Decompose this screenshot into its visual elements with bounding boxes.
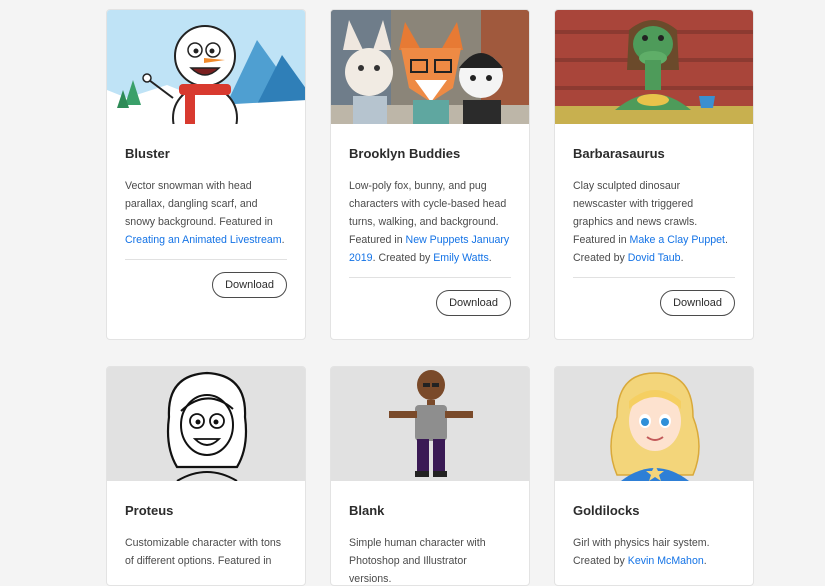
card-title: Blank	[349, 503, 385, 518]
blank-character-image	[331, 367, 529, 481]
puppet-card-proteus: Proteus Customizable character with tons…	[106, 366, 306, 586]
divider	[573, 277, 735, 278]
goldilocks-thumbnail[interactable]	[555, 367, 753, 481]
divider	[125, 259, 287, 260]
card-title: Proteus	[125, 503, 174, 518]
desc-text: . Created by	[372, 252, 434, 264]
goldilocks-character-image	[555, 367, 753, 481]
download-button[interactable]: Download	[436, 290, 511, 316]
creator-link[interactable]: Emily Watts	[433, 252, 489, 264]
snowman-image	[107, 10, 305, 124]
proteus-character-image	[107, 367, 305, 481]
card-title: Goldilocks	[573, 503, 640, 518]
divider	[349, 277, 511, 278]
blank-thumbnail[interactable]	[331, 367, 529, 481]
barbarasaurus-thumbnail[interactable]	[555, 10, 753, 124]
proteus-thumbnail[interactable]	[107, 367, 305, 481]
brooklyn-buddies-image	[331, 10, 529, 124]
card-description: Girl with physics hair system. Created b…	[573, 534, 735, 570]
creator-link[interactable]: Kevin McMahon	[628, 555, 704, 567]
dinosaur-newscaster-image	[555, 10, 753, 124]
desc-text: .	[281, 234, 285, 246]
bluster-thumbnail[interactable]	[107, 10, 305, 124]
puppet-card-brooklyn-buddies: Brooklyn Buddies Low-poly fox, bunny, an…	[330, 9, 530, 340]
card-description: Simple human character with Photoshop an…	[349, 534, 511, 585]
brooklyn-buddies-thumbnail[interactable]	[331, 10, 529, 124]
card-description: Customizable character with tons of diff…	[125, 534, 287, 570]
download-button[interactable]: Download	[212, 272, 287, 298]
desc-text: .	[680, 252, 684, 264]
card-title: Brooklyn Buddies	[349, 146, 461, 161]
featured-link[interactable]: Make a Clay Puppet	[630, 234, 725, 246]
card-description: Clay sculpted dinosaur newscaster with t…	[573, 177, 735, 267]
puppet-card-barbarasaurus: Barbarasaurus Clay sculpted dinosaur new…	[554, 9, 754, 340]
desc-text: Simple human character with Photoshop an…	[349, 537, 486, 585]
puppet-card-goldilocks: Goldilocks Girl with physics hair system…	[554, 366, 754, 586]
featured-link[interactable]: Creating an Animated Livestream	[125, 234, 282, 246]
card-title: Barbarasaurus	[573, 146, 665, 161]
card-title: Bluster	[125, 146, 170, 161]
download-button[interactable]: Download	[660, 290, 735, 316]
card-description: Low-poly fox, bunny, and pug characters …	[349, 177, 511, 267]
puppet-card-blank: Blank Simple human character with Photos…	[330, 366, 530, 586]
desc-text: .	[488, 252, 492, 264]
desc-text: Customizable character with tons of diff…	[125, 537, 282, 567]
card-description: Vector snowman with head parallax, dangl…	[125, 177, 287, 249]
desc-text: Vector snowman with head parallax, dangl…	[125, 180, 273, 228]
desc-text: .	[703, 555, 707, 567]
creator-link[interactable]: Dovid Taub	[628, 252, 681, 264]
puppet-card-bluster: Bluster Vector snowman with head paralla…	[106, 9, 306, 340]
